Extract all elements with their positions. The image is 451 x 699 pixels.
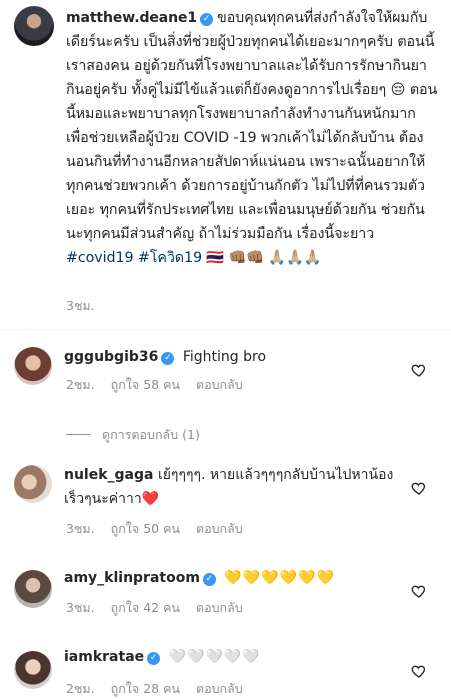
comment-time: 2ชม. bbox=[66, 681, 95, 696]
view-replies-label: ดูการตอบกลับ (1) bbox=[102, 427, 200, 442]
reply-button[interactable]: ตอบกลับ bbox=[196, 521, 243, 536]
reply-button[interactable]: ตอบกลับ bbox=[196, 681, 243, 696]
comment-time: 3ชม. bbox=[66, 600, 95, 615]
caption-emojis: 🇹🇭 👊🏽👊🏽 🙏🏼🙏🏼🙏🏼 bbox=[206, 250, 322, 266]
avatar[interactable] bbox=[14, 347, 52, 385]
comment-body: gggubgib36 ✓ Fighting bro bbox=[64, 345, 404, 369]
comment-username[interactable]: nulek_gaga bbox=[64, 467, 153, 483]
heart-icon[interactable] bbox=[411, 583, 427, 599]
comment-body: nulek_gaga เย้ๆๆๆๆ. หายแล้วๆๆๆกลับบ้านไป… bbox=[64, 463, 404, 511]
post-time: 3ชม. bbox=[66, 298, 95, 313]
heart-icon[interactable] bbox=[411, 663, 427, 679]
comment-likes[interactable]: ถูกใจ 50 คน bbox=[111, 521, 180, 536]
verified-badge-icon: ✓ bbox=[147, 652, 161, 665]
avatar[interactable] bbox=[14, 6, 54, 46]
view-replies-button[interactable]: ดูการตอบกลับ (1) bbox=[66, 425, 200, 445]
comment-text: 💛💛💛💛💛💛 bbox=[224, 570, 335, 586]
comment-likes[interactable]: ถูกใจ 58 คน bbox=[111, 377, 180, 392]
caption-hashtags[interactable]: #covid19 #โควิด19 bbox=[66, 250, 202, 266]
replies-line bbox=[66, 434, 90, 435]
comment-body: iamkratae ✓ 🤍🤍🤍🤍🤍 bbox=[64, 645, 404, 669]
comment-meta: 2ชม. ถูกใจ 28 คน ตอบกลับ bbox=[66, 679, 259, 699]
comment-username[interactable]: gggubgib36 bbox=[64, 349, 158, 365]
comment-username[interactable]: iamkratae bbox=[64, 649, 144, 665]
avatar[interactable] bbox=[14, 570, 52, 608]
post-username[interactable]: matthew.deane1 bbox=[66, 10, 197, 26]
comment-text: 🤍🤍🤍🤍🤍 bbox=[168, 649, 261, 665]
comment-meta: 3ชม. ถูกใจ 42 คน ตอบกลับ bbox=[66, 598, 259, 618]
avatar[interactable] bbox=[14, 465, 52, 503]
comment-body: amy_klinpratoom ✓ 💛💛💛💛💛💛 bbox=[64, 566, 404, 590]
comment-username[interactable]: amy_klinpratoom bbox=[64, 570, 200, 586]
comment-meta: 2ชม. ถูกใจ 58 คน ตอบกลับ bbox=[66, 375, 259, 395]
post-meta: 3ชม. bbox=[66, 296, 111, 316]
heart-icon[interactable] bbox=[411, 362, 427, 378]
verified-badge-icon: ✓ bbox=[202, 573, 216, 586]
divider bbox=[0, 329, 451, 330]
reply-button[interactable]: ตอบกลับ bbox=[196, 600, 243, 615]
comment-time: 2ชม. bbox=[66, 377, 95, 392]
comment-likes[interactable]: ถูกใจ 28 คน bbox=[111, 681, 180, 696]
comment-likes[interactable]: ถูกใจ 42 คน bbox=[111, 600, 180, 615]
avatar[interactable] bbox=[14, 651, 52, 689]
comment-time: 3ชม. bbox=[66, 521, 95, 536]
comment-meta: 3ชม. ถูกใจ 50 คน ตอบกลับ bbox=[66, 519, 259, 539]
verified-badge-icon: ✓ bbox=[200, 13, 214, 26]
reply-button[interactable]: ตอบกลับ bbox=[196, 377, 243, 392]
heart-icon[interactable] bbox=[411, 480, 427, 496]
caption-text: ขอบคุณทุกคนที่ส่งกำลังใจให้ผมกับเดียร์นะ… bbox=[66, 10, 438, 242]
verified-badge-icon: ✓ bbox=[161, 352, 175, 365]
comment-text: Fighting bro bbox=[182, 349, 267, 365]
post-caption: matthew.deane1 ✓ ขอบคุณทุกคนที่ส่งกำลังใจใ… bbox=[66, 6, 438, 270]
